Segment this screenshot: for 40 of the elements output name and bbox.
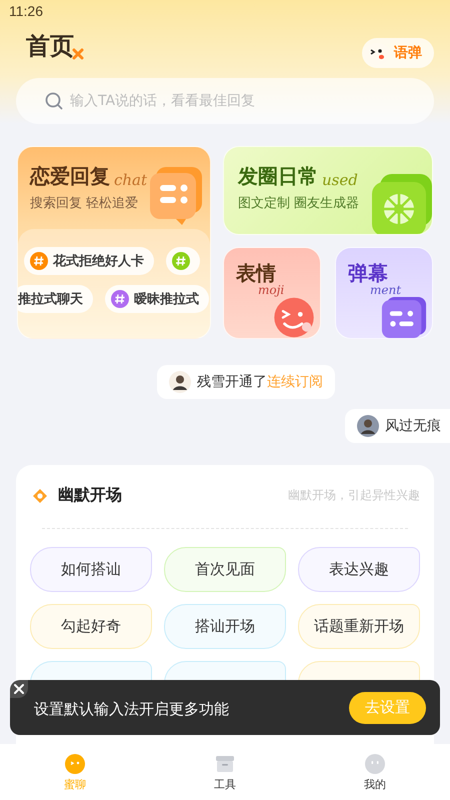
- decorative-word: chat: [114, 171, 148, 189]
- chat-bubble-icon: [148, 165, 204, 227]
- topic-chip[interactable]: 搭讪开场: [164, 604, 286, 649]
- emoji-card[interactable]: 表情 moji: [223, 247, 321, 339]
- tab[interactable]: 我的: [335, 752, 415, 792]
- page-title: 首页: [26, 31, 74, 62]
- avatar-icon: [169, 371, 191, 393]
- toast-message: 设置默认输入法开启更多功能: [34, 700, 229, 719]
- topic-chip[interactable]: 勾起好奇: [30, 604, 152, 649]
- decorative-word: used: [322, 171, 358, 189]
- decorative-word: moji: [258, 283, 284, 297]
- card-title: 表情: [236, 260, 277, 285]
- diamond-icon: [32, 488, 48, 504]
- topic-tag[interactable]: 暧昧推拉式: [105, 285, 209, 313]
- cross-icon: [72, 48, 84, 60]
- section-title: 幽默开场: [58, 485, 122, 506]
- subscription-notice: 风过无痕: [345, 409, 450, 443]
- topic-tag[interactable]: 花式拒绝好人卡: [24, 247, 154, 275]
- card-title: 弹幕: [348, 260, 389, 286]
- search-icon: [44, 91, 64, 111]
- avatar-icon: [357, 415, 379, 437]
- danmaku-card[interactable]: 弹幕 ment: [335, 247, 433, 339]
- status-time: 11:26: [9, 3, 43, 19]
- card-title: 恋爱回复: [30, 163, 110, 190]
- topic-chip[interactable]: 首次见面: [164, 547, 286, 592]
- close-icon[interactable]: [10, 680, 28, 698]
- card-subtitle: 搜索回复 轻松追爱: [30, 195, 140, 212]
- aperture-icon: [372, 174, 432, 234]
- face-icon: [364, 752, 386, 774]
- search-field[interactable]: 输入TA说的话，看看最佳回复: [16, 78, 434, 124]
- card-title: 发圈日常: [238, 163, 318, 190]
- topic-chip[interactable]: 如何搭讪: [30, 547, 152, 592]
- topic-chip[interactable]: 表达兴趣: [298, 547, 420, 592]
- tab[interactable]: 工具: [185, 752, 265, 792]
- decorative-word: ment: [370, 283, 402, 297]
- topic-chip[interactable]: 话题重新开场: [298, 604, 420, 649]
- subscription-notice: 残雪开通了连续订阅: [157, 365, 335, 399]
- topic-tag[interactable]: 推拉式聊天: [18, 285, 93, 313]
- chat-face-icon: [64, 752, 86, 774]
- card-subtitle: 图文定制 圈友生成器: [238, 195, 360, 212]
